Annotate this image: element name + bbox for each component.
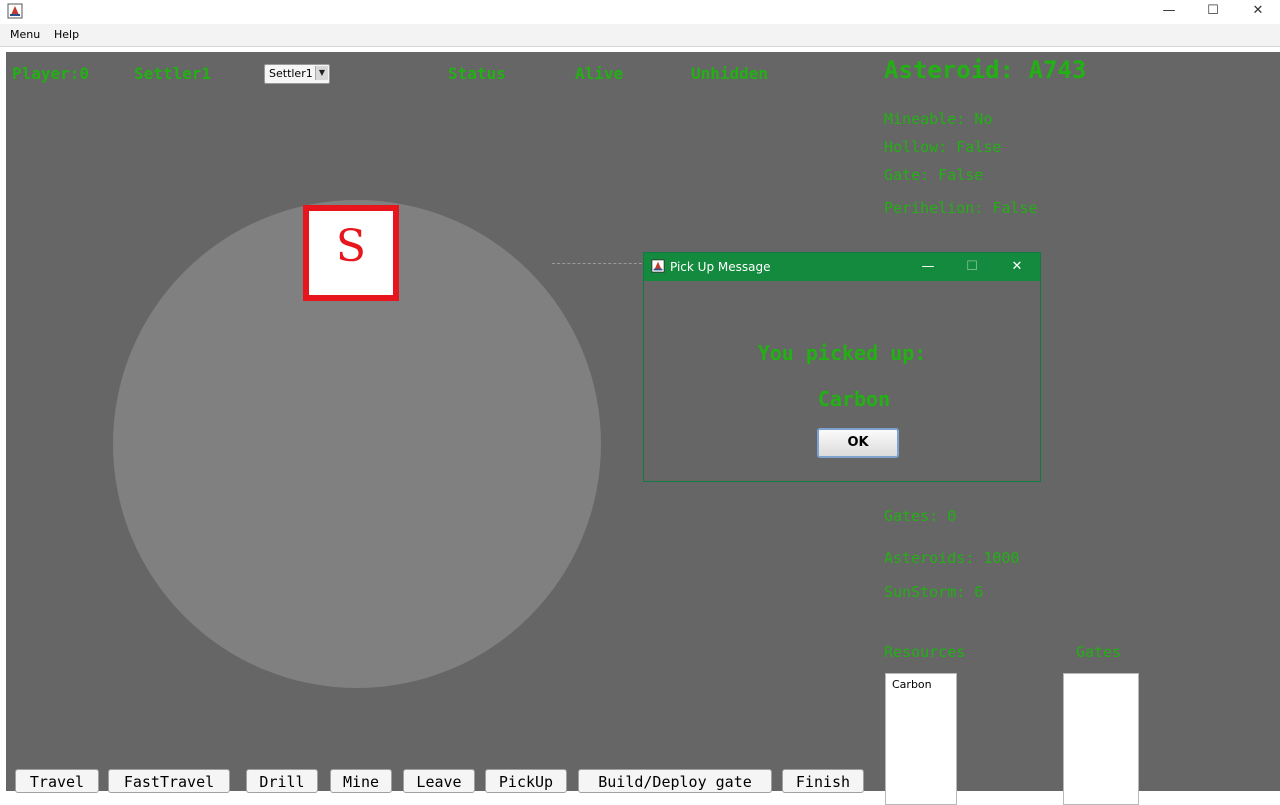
mine-button[interactable]: Mine	[330, 769, 392, 793]
fasttravel-button[interactable]: FastTravel	[108, 769, 230, 793]
dialog-maximize-button: ☐	[966, 259, 978, 274]
drill-button[interactable]: Drill	[246, 769, 318, 793]
window-maximize-button[interactable]: ☐	[1190, 0, 1236, 24]
mineable-info: Mineable: No	[884, 110, 993, 128]
window-close-button[interactable]: ✕	[1235, 0, 1280, 24]
dialog-titlebar: Pick Up Message — ☐ ✕	[644, 253, 1040, 281]
player-label: Player:0	[12, 64, 90, 83]
dialog-title: Pick Up Message	[670, 260, 771, 274]
gates-list[interactable]	[1063, 673, 1139, 805]
gates-heading: Gates	[1076, 643, 1122, 661]
menu-bar: Menu Help	[0, 24, 1280, 47]
asteroid-title: Asteroid: A743	[884, 56, 1087, 84]
resources-list[interactable]: Carbon	[885, 673, 957, 805]
settler-name: Settler1	[134, 64, 212, 83]
dialog-message: You picked up:	[757, 341, 927, 365]
menu-item-help[interactable]: Help	[54, 28, 79, 41]
chevron-down-icon[interactable]: ▼	[315, 66, 328, 80]
dialog-close-button[interactable]: ✕	[1005, 257, 1029, 277]
status-label: Status	[448, 64, 506, 83]
neighbor-link-line	[552, 263, 647, 264]
dialog-minimize-button[interactable]: —	[916, 257, 940, 277]
settler-letter: S	[335, 221, 367, 272]
settler-marker[interactable]: S	[303, 205, 399, 301]
sunstorm-info: SunStorm: 6	[884, 583, 984, 601]
resources-heading: Resources	[884, 643, 966, 661]
list-item[interactable]: Carbon	[892, 678, 932, 691]
finish-button[interactable]: Finish	[782, 769, 864, 793]
perihelion-info: Perihelion: False	[884, 199, 1038, 217]
window-minimize-button[interactable]: —	[1146, 0, 1192, 24]
leave-button[interactable]: Leave	[403, 769, 475, 793]
java-app-icon	[651, 259, 665, 273]
hollow-info: Hollow: False	[884, 138, 1002, 156]
build-deploy-gate-button[interactable]: Build/Deploy gate	[578, 769, 772, 793]
hidden-status: Unhidden	[691, 64, 769, 83]
gate-info: Gate: False	[884, 166, 984, 184]
java-app-icon	[7, 3, 23, 19]
ok-button[interactable]: OK	[817, 428, 899, 458]
pickup-button[interactable]: PickUp	[485, 769, 567, 793]
travel-button[interactable]: Travel	[15, 769, 99, 793]
settler-select[interactable]: Settler1 ▼	[264, 64, 330, 84]
menu-item-menu[interactable]: Menu	[10, 28, 40, 41]
belt-gates-info: Gates: 0	[884, 507, 957, 525]
pickup-dialog: Pick Up Message — ☐ ✕ You picked up: Car…	[643, 252, 1041, 482]
alive-status: Alive	[575, 64, 624, 83]
window-titlebar: — ☐ ✕	[0, 0, 1280, 24]
settler-select-value: Settler1	[269, 67, 313, 80]
dialog-item: Carbon	[817, 387, 891, 411]
belt-asteroids-info: Asteroids: 1000	[884, 549, 1020, 567]
